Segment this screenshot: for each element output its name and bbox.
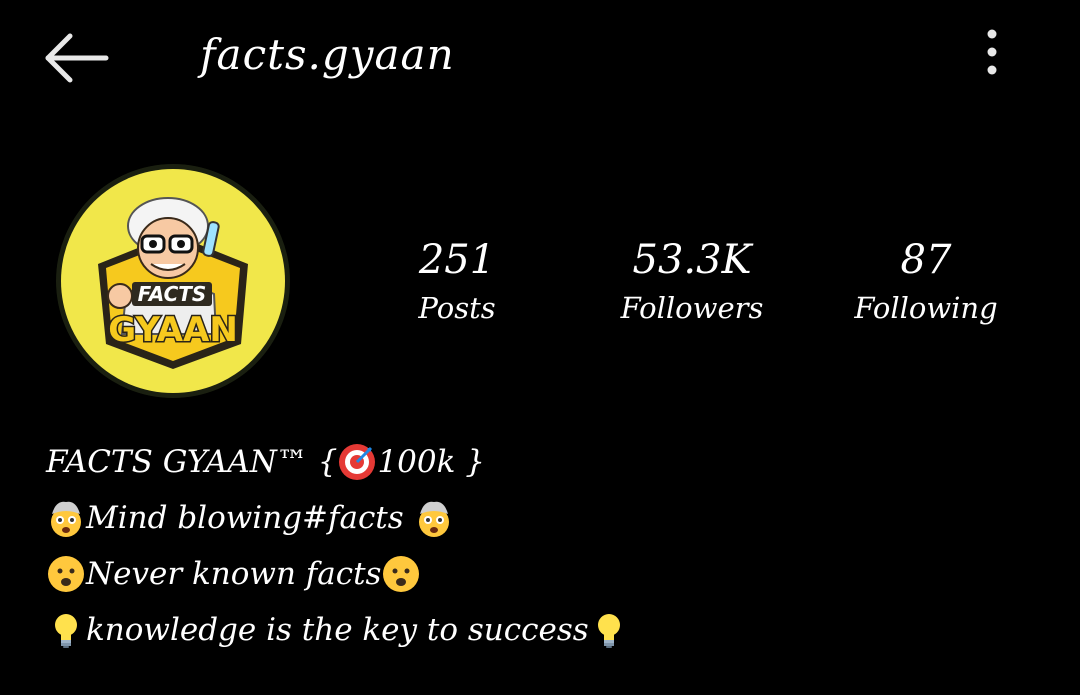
stat-posts[interactable]: 251 Posts [357,232,557,328]
exploding-head-icon [418,501,449,537]
back-button[interactable] [40,28,112,88]
bio-line-3: Never known facts [46,546,1026,602]
posts-count: 251 [418,237,496,283]
followers-count: 53.3K [632,237,752,283]
more-vertical-icon [987,29,997,75]
target-icon [339,444,376,480]
top-bar: facts.gyaan [0,0,1080,120]
followers-label: Followers [620,291,764,325]
posts-label: Posts [418,291,496,325]
profile-stats: 251 Posts 53.3K Followers 87 Following [0,232,1080,342]
bio-line-2-text: Mind blowing [86,500,303,536]
bio-name: FACTS GYAAN™ { [46,444,338,480]
bio-line-3-text: Never known facts [86,556,382,592]
light-bulb-icon [55,614,77,648]
light-bulb-icon [597,614,620,648]
frowning-face-icon [383,556,420,592]
bio-goal: 100k } [377,444,485,480]
profile-username: facts.gyaan [200,30,455,79]
bio-line-4: knowledge is the key to success [46,602,1026,658]
stat-following[interactable]: 87 Following [826,232,1026,328]
bio-line-4-text: knowledge is the key to success [86,612,589,648]
more-options-button[interactable] [970,28,1014,80]
hashtag-link[interactable]: #facts [302,490,404,546]
profile-bio: FACTS GYAAN™ { 100k } Mind blowing #fact… [46,434,1026,658]
bio-line-1: FACTS GYAAN™ { 100k } [46,434,1026,490]
frowning-face-icon [48,556,84,592]
exploding-head-icon [51,501,81,537]
following-label: Following [854,291,998,325]
arrow-left-icon [45,33,109,83]
bio-line-2: Mind blowing #facts [46,490,1026,546]
following-count: 87 [900,237,952,283]
stat-followers[interactable]: 53.3K Followers [592,232,792,328]
